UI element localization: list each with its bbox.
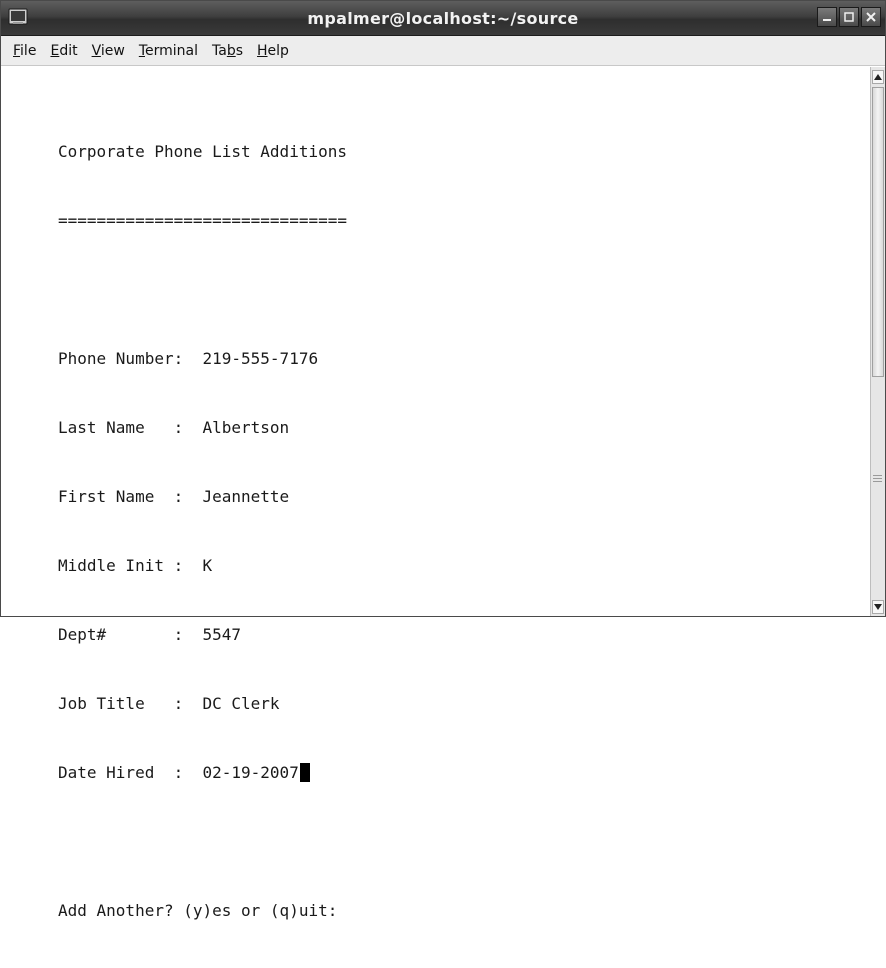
- scrollbar-grip-icon: [873, 475, 882, 482]
- menu-terminal-label: erminal: [145, 42, 198, 59]
- terminal-line: ==============================: [58, 211, 347, 230]
- minimize-icon: [823, 19, 831, 21]
- menu-help[interactable]: Help: [251, 43, 297, 59]
- menu-view[interactable]: View: [86, 43, 133, 59]
- close-button[interactable]: [861, 7, 881, 27]
- scroll-up-button[interactable]: [872, 70, 884, 84]
- menu-edit[interactable]: Edit: [44, 43, 85, 59]
- maximize-icon: [844, 12, 854, 22]
- menu-tabs-label: s: [235, 42, 244, 59]
- title-bar[interactable]: mpalmer@localhost:~/source: [1, 1, 885, 36]
- menu-edit-mnemonic: E: [50, 42, 60, 59]
- window-controls: [817, 7, 881, 27]
- terminal-prompt: Add Another? (y)es or (q)uit:: [58, 901, 338, 920]
- terminal-line: Dept# : 5547: [58, 625, 242, 644]
- terminal-output: Corporate Phone List Additions =========…: [58, 94, 347, 968]
- close-icon: [866, 12, 876, 22]
- menu-file[interactable]: File: [7, 43, 44, 59]
- terminal-line: First Name : Jeannette: [58, 487, 290, 506]
- menu-edit-label: dit: [59, 42, 78, 59]
- terminal-line: Date Hired : 02-19-2007: [58, 763, 299, 782]
- menu-tabs[interactable]: Tabs: [206, 43, 251, 59]
- terminal-line: Job Title : DC Clerk: [58, 694, 280, 713]
- arrow-down-icon: [874, 604, 882, 610]
- menu-help-label: elp: [267, 42, 289, 59]
- terminal-screen[interactable]: Corporate Phone List Additions =========…: [1, 67, 868, 920]
- arrow-up-icon: [874, 74, 882, 80]
- terminal-line: Middle Init : K: [58, 556, 213, 575]
- terminal-line-cursor-row: Date Hired : 02-19-2007: [58, 761, 347, 784]
- text-cursor: [299, 763, 310, 782]
- menu-help-mnemonic: H: [257, 42, 268, 59]
- terminal-line: Phone Number: 219-555-7176: [58, 349, 319, 368]
- menu-view-mnemonic: V: [91, 42, 101, 59]
- menu-tabs-label-pre: Ta: [212, 42, 227, 59]
- minimize-button[interactable]: [817, 7, 837, 27]
- menu-terminal[interactable]: Terminal: [133, 43, 206, 59]
- maximize-button[interactable]: [839, 7, 859, 27]
- terminal-line: Corporate Phone List Additions: [58, 142, 347, 161]
- menu-file-label: ile: [20, 42, 37, 59]
- menu-bar: File Edit View Terminal Tabs Help: [1, 36, 885, 66]
- scroll-down-button[interactable]: [872, 600, 884, 614]
- menu-tabs-mnemonic: b: [226, 42, 236, 59]
- menu-view-label: iew: [100, 42, 125, 59]
- window-title: mpalmer@localhost:~/source: [307, 9, 579, 28]
- terminal-window: mpalmer@localhost:~/source File Edit Vie…: [0, 0, 886, 920]
- scrollbar-thumb[interactable]: [872, 87, 884, 377]
- vertical-scrollbar[interactable]: [870, 67, 885, 616]
- terminal-line: Last Name : Albertson: [58, 418, 290, 437]
- menu-file-mnemonic: F: [13, 42, 21, 59]
